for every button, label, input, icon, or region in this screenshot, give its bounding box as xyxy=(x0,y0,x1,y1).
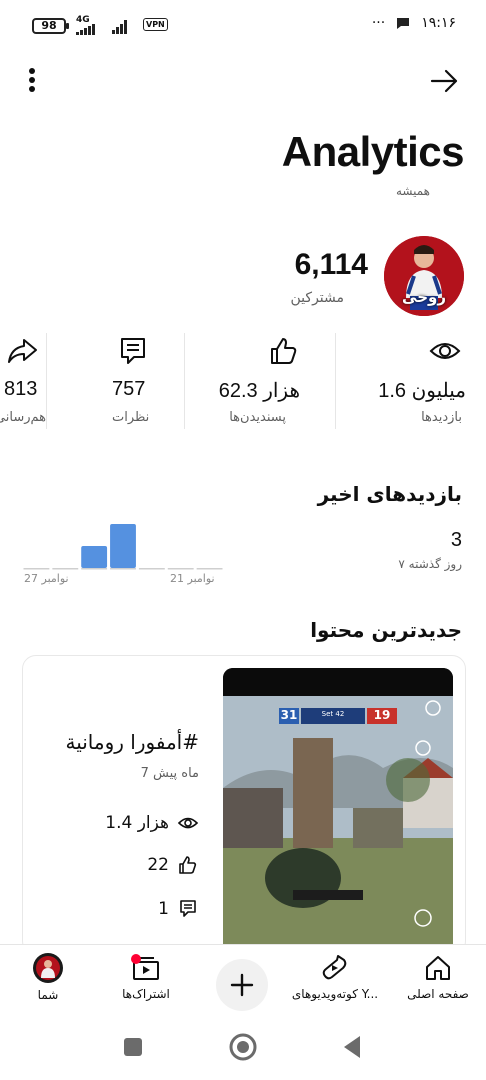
comments-label: نظرات xyxy=(112,410,150,425)
hud-center: Set 42 xyxy=(321,710,345,718)
comments-value: 757 xyxy=(112,378,146,400)
chart-bar xyxy=(81,546,108,568)
page-title: Analytics xyxy=(281,128,465,175)
video-likes: 22 xyxy=(147,855,169,875)
comment-icon xyxy=(121,338,145,364)
bottom-nav: صفحه اصلی کوته‌ویدیوهای Y... اشتراک‌ها ش… xyxy=(0,944,486,1020)
shares-value: 813 xyxy=(4,378,38,400)
subscriber-label: مشترکین xyxy=(290,290,344,306)
video-likes-row: 22 xyxy=(147,854,199,876)
chart-baseline xyxy=(81,568,108,570)
stat-divider xyxy=(335,333,336,429)
hud-score-left: 31 xyxy=(280,708,298,722)
latest-content-title: جدیدترین محتوا xyxy=(310,618,462,642)
status-bar: 98 4G VPN ··· ۱۹:۱۶ xyxy=(0,0,486,52)
period-label[interactable]: همیشه xyxy=(396,184,430,198)
video-comments: 1 xyxy=(158,899,169,919)
nav-shorts[interactable]: کوته‌ویدیوهای Y... xyxy=(280,945,390,1021)
more-dots: ··· xyxy=(371,15,386,31)
chart-baseline xyxy=(52,568,79,570)
avatar-text: روحی xyxy=(402,288,446,306)
recent-views-value: 3 xyxy=(450,529,462,551)
subscriber-count: 6,114 xyxy=(294,248,368,281)
video-views: 1.4 هزار xyxy=(105,813,169,833)
signal-icon-2 xyxy=(112,20,127,34)
chart-baseline xyxy=(23,568,50,570)
video-age: 7 ماه پیش xyxy=(140,766,199,781)
home-icon xyxy=(426,956,450,980)
thumbs-up-icon xyxy=(271,338,297,364)
video-thumbnail[interactable]: 31 Set 42 19 xyxy=(223,668,453,954)
views-value: 1.6 میلیون xyxy=(378,380,466,402)
create-button[interactable] xyxy=(216,959,268,1011)
likes-label: پسندیدن‌ها xyxy=(229,410,286,425)
nav-home[interactable]: صفحه اصلی xyxy=(396,945,480,1021)
arrow-forward-icon[interactable] xyxy=(430,68,460,94)
stat-divider xyxy=(184,333,185,429)
avatar-icon xyxy=(33,953,63,983)
more-vert-icon[interactable] xyxy=(22,66,42,94)
hud-score-right: 19 xyxy=(373,708,391,722)
recents-icon[interactable] xyxy=(122,1036,144,1058)
recent-views-title: بازدیدهای اخیر xyxy=(317,482,462,506)
chart-bar xyxy=(110,524,136,568)
video-comments-row: 1 xyxy=(158,898,199,920)
shares-label: هم‌رسانی xyxy=(0,410,46,425)
eye-icon xyxy=(177,817,199,829)
chart-baseline xyxy=(167,568,194,570)
nav-home-label: صفحه اصلی xyxy=(407,987,469,1001)
comment-icon xyxy=(180,900,196,917)
signal-icon xyxy=(76,24,95,35)
nav-subscriptions[interactable]: اشتراک‌ها xyxy=(104,945,188,1021)
back-icon[interactable] xyxy=(340,1034,364,1060)
clock: ۱۹:۱۶ xyxy=(421,15,456,31)
chart-baseline xyxy=(138,568,165,570)
chart-date-end: 27 نوامبر xyxy=(24,572,69,585)
chart-baseline xyxy=(196,568,223,570)
nav-you-label: شما xyxy=(37,988,59,1002)
video-title[interactable]: أمفورا رومانية# xyxy=(65,730,199,754)
nav-subscriptions-label: اشتراک‌ها xyxy=(122,987,170,1001)
share-icon xyxy=(8,339,37,363)
battery-icon: 98 xyxy=(32,18,69,34)
video-views-row: 1.4 هزار xyxy=(105,812,199,834)
shorts-icon xyxy=(322,955,347,980)
stats-row: 1.6 میلیون بازدیدها 62.3 هزار پسندیدن‌ها… xyxy=(0,330,486,434)
nav-shorts-label: کوته‌ویدیوهای Y... xyxy=(291,987,379,1001)
network-type: 4G xyxy=(76,15,90,25)
chat-icon xyxy=(397,18,410,29)
subscriptions-icon xyxy=(131,954,159,980)
vpn-icon: VPN xyxy=(143,18,168,31)
plus-icon xyxy=(230,973,254,997)
likes-value: 62.3 هزار xyxy=(218,380,300,402)
channel-avatar[interactable]: روحی xyxy=(384,236,464,316)
thumbs-up-icon xyxy=(179,856,197,874)
latest-video-card[interactable]: 31 Set 42 19 أمفورا رومانية# 7 ماه پیش 1… xyxy=(22,655,466,955)
chart-baseline xyxy=(110,568,136,570)
status-right: ··· ۱۹:۱۶ xyxy=(372,15,456,31)
eye-icon xyxy=(429,343,461,359)
stat-divider xyxy=(46,333,47,429)
recent-views-chart xyxy=(23,524,223,570)
chart-date-start: 21 نوامبر xyxy=(170,572,215,585)
nav-you[interactable]: شما xyxy=(8,945,88,1021)
system-nav-bar xyxy=(0,1020,486,1080)
home-button-icon[interactable] xyxy=(228,1032,258,1062)
recent-views-period: ۷ روز گذشته xyxy=(398,557,462,571)
views-label: بازدیدها xyxy=(421,410,462,425)
